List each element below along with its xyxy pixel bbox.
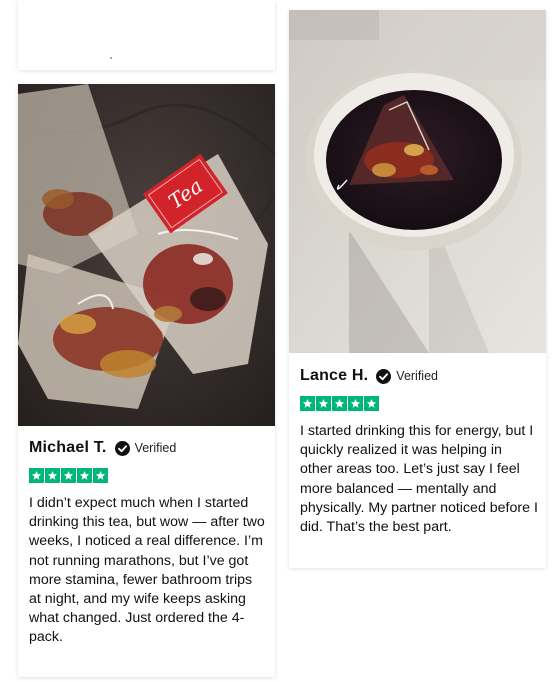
review-card-lance: Lance H. Verified I started drinking thi… (289, 10, 546, 568)
review-photo-tea-bags: Tea (18, 84, 275, 426)
review-card-michael: Tea Michael T. Verified I didn’t expect … (18, 84, 275, 677)
star-icon (45, 468, 60, 483)
star-rating (29, 468, 267, 484)
star-icon (348, 396, 363, 411)
star-icon (77, 468, 92, 483)
tea-cup-photo (289, 10, 546, 353)
verified-check-icon (376, 368, 392, 384)
tea-bags-photo: Tea (18, 84, 275, 426)
star-icon (93, 468, 108, 483)
verified-label: Verified (396, 369, 438, 383)
review-photo-tea-cup (289, 10, 546, 353)
star-rating (300, 396, 538, 412)
reviewer-name: Lance H. (300, 367, 369, 384)
star-icon (300, 396, 315, 411)
star-icon (316, 396, 331, 411)
verified-label: Verified (134, 441, 177, 455)
star-icon (364, 396, 379, 411)
review-text: I started drinking this for energy, but … (300, 423, 538, 536)
star-icon (332, 396, 347, 411)
reviewer-name: Michael T. (29, 439, 107, 456)
review-body: Lance H. Verified I started drinking thi… (300, 364, 538, 537)
review-body: Michael T. Verified I didn’t expect much… (29, 436, 267, 648)
review-text: I didn’t expect much when I started drin… (29, 495, 265, 646)
star-icon (29, 468, 44, 483)
divider-dot (110, 57, 112, 59)
review-card-partial (18, 0, 275, 70)
star-icon (61, 468, 76, 483)
reviewer-row: Michael T. Verified (29, 436, 267, 460)
reviewer-row: Lance H. Verified (300, 364, 538, 388)
verified-check-icon (114, 440, 130, 456)
